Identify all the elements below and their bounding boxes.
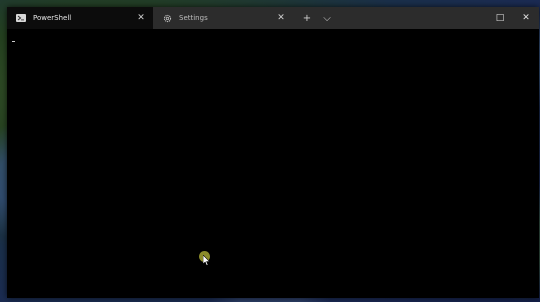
- close-icon[interactable]: ✕: [275, 13, 287, 23]
- tab-label: Settings: [179, 14, 208, 22]
- maximize-icon[interactable]: □: [487, 7, 513, 29]
- powershell-icon: [15, 13, 27, 23]
- tab-label: PowerShell: [33, 14, 72, 22]
- tab-settings[interactable]: Settings ✕: [153, 7, 293, 29]
- text-cursor: [12, 41, 15, 42]
- chevron-down-icon[interactable]: ⌵: [317, 13, 337, 24]
- window-controls: □ ✕: [487, 7, 539, 29]
- terminal-pane[interactable]: [7, 29, 539, 298]
- terminal-window: PowerShell ✕ Settings ✕ + ⌵ □ ✕: [7, 7, 539, 298]
- mouse-pointer-icon: [203, 255, 211, 266]
- gear-icon: [161, 13, 173, 23]
- title-bar: PowerShell ✕ Settings ✕ + ⌵ □ ✕: [7, 7, 539, 29]
- tab-powershell[interactable]: PowerShell ✕: [7, 7, 153, 29]
- tab-actions: + ⌵: [297, 7, 337, 29]
- close-window-icon[interactable]: ✕: [513, 7, 539, 29]
- close-icon[interactable]: ✕: [135, 13, 147, 23]
- new-tab-icon[interactable]: +: [297, 13, 317, 24]
